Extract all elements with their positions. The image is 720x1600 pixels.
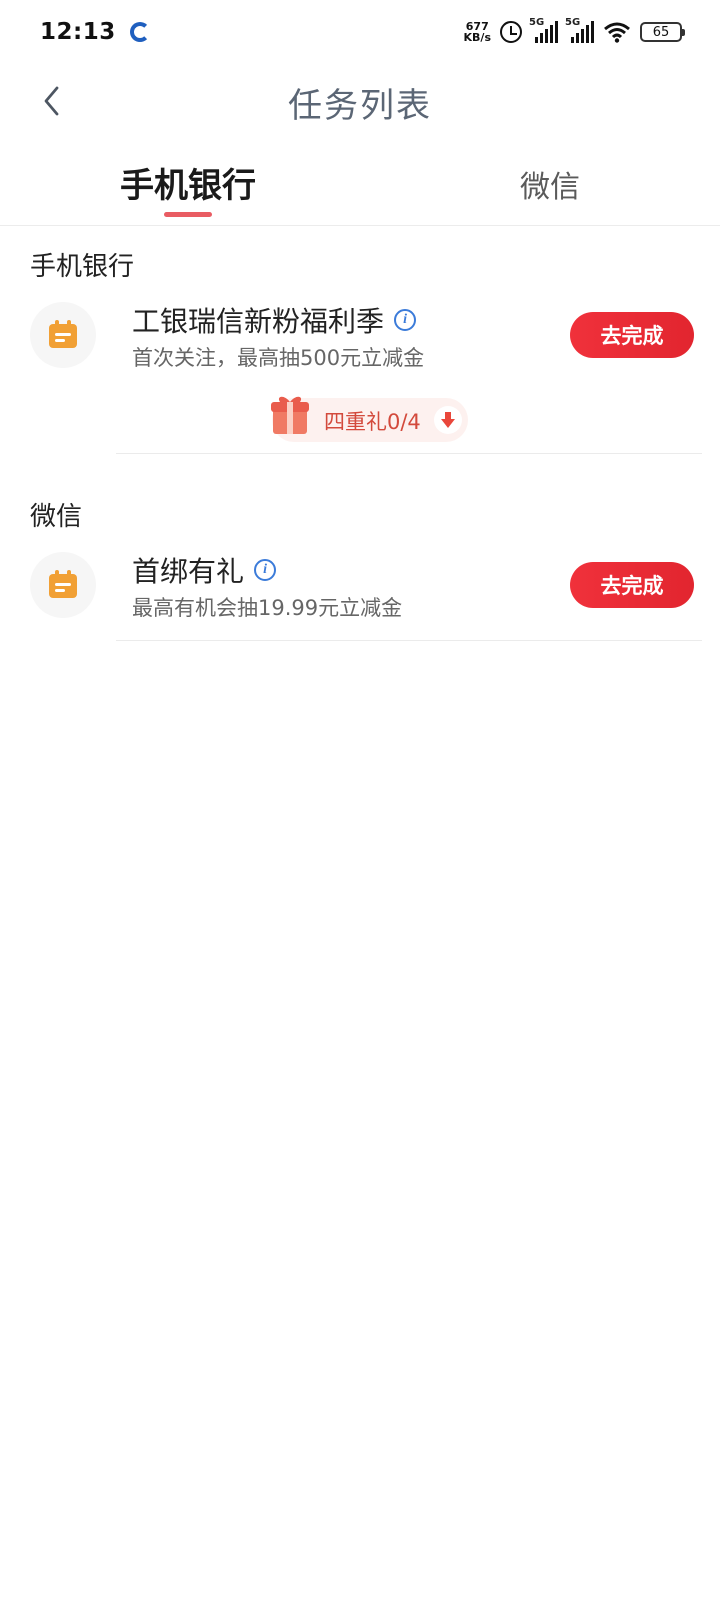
expand-arrow-icon[interactable]	[434, 406, 462, 434]
task-icon	[30, 552, 96, 618]
task-name: 工银瑞信新粉福利季 i	[132, 300, 417, 340]
task-name-text: 首绑有礼	[132, 555, 245, 588]
status-right: 677 KB/s 5G 5G 65	[464, 17, 685, 43]
calendar-icon	[49, 570, 77, 598]
alarm-icon	[500, 21, 522, 43]
divider	[116, 453, 702, 454]
network-speed: 677 KB/s	[464, 21, 491, 43]
section-title-mobile-banking: 手机银行	[30, 252, 135, 282]
wifi-icon	[604, 22, 630, 43]
gift-progress-pill[interactable]: 四重礼0/4	[271, 396, 468, 442]
clock: 12:13	[40, 19, 116, 45]
tab-wechat[interactable]: 微信	[520, 162, 580, 206]
tab-indicator	[164, 212, 212, 217]
task-desc: 最高有机会抽19.99元立减金	[132, 596, 403, 620]
task-name: 首绑有礼 i	[132, 550, 277, 590]
go-complete-button[interactable]: 去完成	[570, 312, 694, 358]
calendar-icon	[49, 320, 77, 348]
network-speed-unit: KB/s	[463, 31, 491, 44]
signal-1-label: 5G	[529, 17, 545, 28]
signal-2-icon: 5G	[565, 17, 594, 43]
app-notification-icon	[129, 22, 150, 42]
gift-icon	[271, 396, 309, 434]
battery-level: 65	[652, 24, 670, 40]
gift-label: 四重礼0/4	[324, 410, 421, 434]
info-icon[interactable]: i	[254, 559, 277, 581]
page-title: 任务列表	[288, 86, 432, 126]
task-item: 首绑有礼 i 最高有机会抽19.99元立减金 去完成	[0, 550, 720, 640]
signal-1-icon: 5G	[529, 17, 558, 43]
divider	[116, 640, 702, 641]
info-icon[interactable]: i	[394, 309, 417, 331]
section-title-wechat: 微信	[30, 502, 83, 532]
nav-bar: 任务列表	[0, 64, 720, 136]
status-left: 12:13	[40, 19, 150, 45]
tab-bar: 手机银行 微信	[0, 150, 720, 226]
task-icon	[30, 302, 96, 368]
tab-mobile-banking[interactable]: 手机银行	[120, 158, 256, 207]
battery-icon: 65	[640, 22, 685, 42]
status-bar: 12:13 677 KB/s 5G 5G 65	[0, 0, 720, 64]
go-complete-button[interactable]: 去完成	[570, 562, 694, 608]
task-name-text: 工银瑞信新粉福利季	[132, 305, 385, 338]
signal-2-label: 5G	[565, 17, 581, 28]
task-desc: 首次关注，最高抽500元立减金	[132, 346, 425, 370]
